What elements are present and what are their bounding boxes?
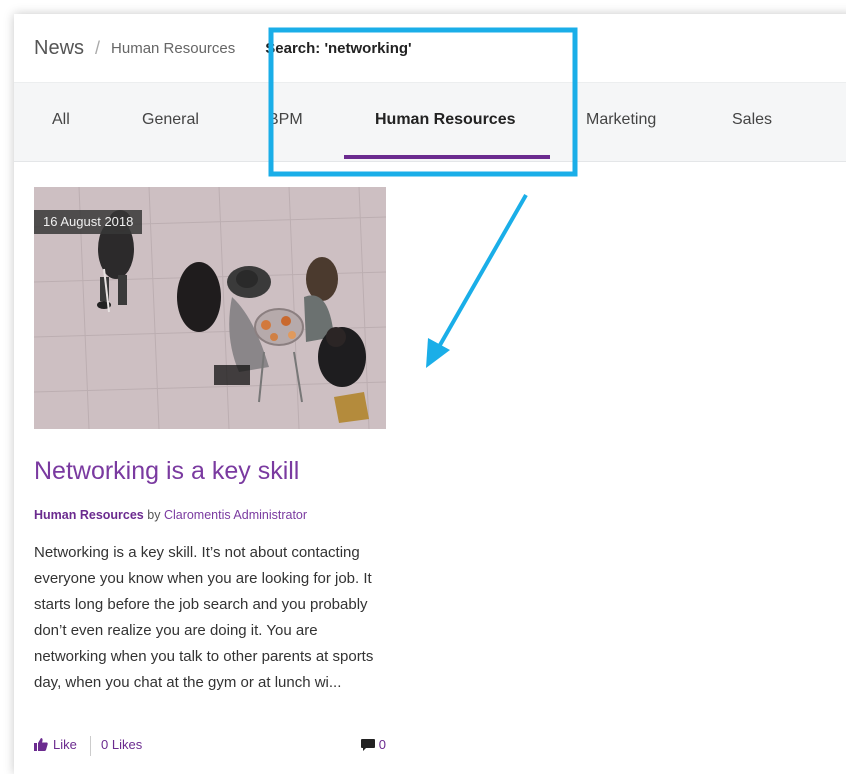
- article-date-badge: 16 August 2018: [34, 210, 143, 234]
- tab-all[interactable]: All: [52, 83, 70, 161]
- likes-count-link[interactable]: 0 Likes: [101, 737, 142, 752]
- breadcrumb: News / Human Resources Search: 'networki…: [14, 14, 846, 82]
- article-excerpt: Networking is a key skill. It’s not abou…: [34, 544, 374, 691]
- breadcrumb-category-link[interactable]: Human Resources: [111, 40, 235, 57]
- active-tab-indicator: [344, 155, 550, 159]
- article-meta: Human Resources by Claromentis Administr…: [34, 508, 307, 522]
- tab-bpm[interactable]: BPM: [268, 83, 303, 161]
- comment-icon: [360, 738, 375, 751]
- article-category-link[interactable]: Human Resources: [34, 508, 144, 522]
- category-tabs: All General BPM Human Resources Marketin…: [14, 82, 846, 162]
- actions-divider: [90, 736, 91, 756]
- tab-human-resources[interactable]: Human Resources: [375, 83, 516, 161]
- breadcrumb-separator: /: [95, 37, 101, 58]
- breadcrumb-news-link[interactable]: News: [34, 37, 84, 60]
- article-by-label: by: [147, 508, 161, 522]
- article-author-link[interactable]: Claromentis Administrator: [164, 508, 307, 522]
- comments-button[interactable]: 0: [360, 737, 386, 752]
- article-title-link[interactable]: Networking is a key skill: [34, 457, 299, 486]
- comments-count: 0: [378, 737, 386, 752]
- news-panel: News / Human Resources Search: 'networki…: [14, 14, 846, 774]
- article-actions: Like 0 Likes 0: [34, 736, 386, 756]
- tab-sales[interactable]: Sales: [732, 83, 772, 161]
- thumbs-up-icon: [34, 738, 48, 751]
- search-query-label: Search: 'networking': [265, 39, 412, 57]
- like-button[interactable]: Like: [34, 737, 77, 752]
- tab-general[interactable]: General: [142, 83, 199, 161]
- tab-marketing[interactable]: Marketing: [586, 83, 656, 161]
- like-label: Like: [53, 737, 77, 752]
